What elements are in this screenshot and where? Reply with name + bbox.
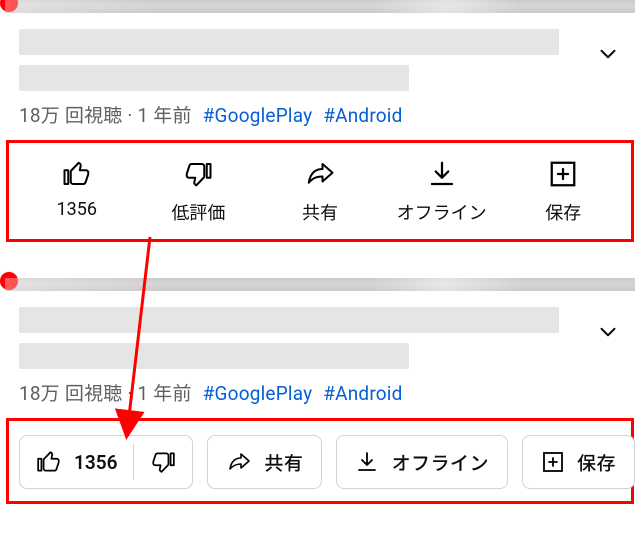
share-label: 共有 xyxy=(302,199,338,225)
chevron-down-icon xyxy=(595,41,621,67)
dot-separator: · xyxy=(127,104,132,127)
save-button[interactable]: 保存 xyxy=(522,435,635,489)
share-label: 共有 xyxy=(264,449,303,476)
like-count: 1356 xyxy=(57,199,97,220)
expand-description-button[interactable] xyxy=(595,41,621,71)
stats-line: 18万 回視聴 · 1 年前 #GooglePlay #Android xyxy=(19,101,621,128)
thumbs-down-icon xyxy=(183,159,213,189)
share-arrow-icon xyxy=(304,159,336,189)
save-label: 保存 xyxy=(577,449,616,476)
hashtag-googleplay[interactable]: #GooglePlay xyxy=(203,104,313,127)
title-placeholder-line2 xyxy=(19,65,409,91)
share-button[interactable]: 共有 xyxy=(262,159,378,225)
chevron-down-icon xyxy=(595,319,621,345)
offline-button[interactable]: オフライン xyxy=(336,435,508,489)
hashtag-android[interactable]: #Android xyxy=(323,382,402,405)
hashtag-googleplay[interactable]: #GooglePlay xyxy=(203,382,313,405)
download-icon xyxy=(427,159,457,189)
video-thumbnail-strip xyxy=(5,278,635,291)
save-label: 保存 xyxy=(545,199,581,225)
title-placeholder-line1 xyxy=(19,29,559,55)
like-dislike-pill: 1356 xyxy=(19,435,193,489)
video-thumbnail-strip xyxy=(5,0,635,13)
dislike-button[interactable] xyxy=(134,436,192,488)
action-bar-old: 1356 低評価 共有 xyxy=(15,151,625,229)
save-playlist-icon xyxy=(541,450,565,474)
dislike-label: 低評価 xyxy=(171,199,225,225)
action-bar-new: 1356 共有 xyxy=(15,429,625,491)
view-count: 18万 回視聴 xyxy=(19,382,122,405)
offline-label: オフライン xyxy=(391,449,489,476)
like-button[interactable]: 1356 xyxy=(19,159,135,220)
thumbs-up-icon xyxy=(62,159,92,189)
dot-separator: · xyxy=(127,382,132,405)
share-button[interactable]: 共有 xyxy=(207,435,322,489)
offline-button[interactable]: オフライン xyxy=(384,159,500,225)
record-dot-icon xyxy=(0,0,18,12)
video-card-old: 18万 回視聴 · 1 年前 #GooglePlay #Android xyxy=(5,0,635,242)
thumbs-up-icon xyxy=(36,449,62,475)
video-meta: 18万 回視聴 · 1 年前 #GooglePlay #Android xyxy=(5,13,635,134)
like-button[interactable]: 1356 xyxy=(20,436,133,488)
hashtag-android[interactable]: #Android xyxy=(323,104,402,127)
actions-highlight-old: 1356 低評価 共有 xyxy=(6,140,634,242)
record-dot-icon xyxy=(0,272,18,290)
download-icon xyxy=(355,450,379,474)
title-placeholder-line1 xyxy=(19,307,559,333)
expand-description-button[interactable] xyxy=(595,319,621,349)
upload-age: 1 年前 xyxy=(138,382,192,405)
thumbs-down-icon xyxy=(150,449,176,475)
offline-label: オフライン xyxy=(397,199,487,225)
stats-line: 18万 回視聴 · 1 年前 #GooglePlay #Android xyxy=(19,379,621,406)
view-count: 18万 回視聴 xyxy=(19,104,122,127)
save-playlist-icon xyxy=(548,159,578,189)
title-placeholder-line2 xyxy=(19,343,409,369)
upload-age: 1 年前 xyxy=(138,104,192,127)
video-meta: 18万 回視聴 · 1 年前 #GooglePlay #Android xyxy=(5,291,635,412)
video-card-new: 18万 回視聴 · 1 年前 #GooglePlay #Android xyxy=(5,278,635,504)
save-button[interactable]: 保存 xyxy=(505,159,621,225)
like-count: 1356 xyxy=(74,451,117,474)
share-arrow-icon xyxy=(226,450,252,474)
actions-highlight-new: 1356 共有 xyxy=(6,418,634,504)
dislike-button[interactable]: 低評価 xyxy=(141,159,257,225)
